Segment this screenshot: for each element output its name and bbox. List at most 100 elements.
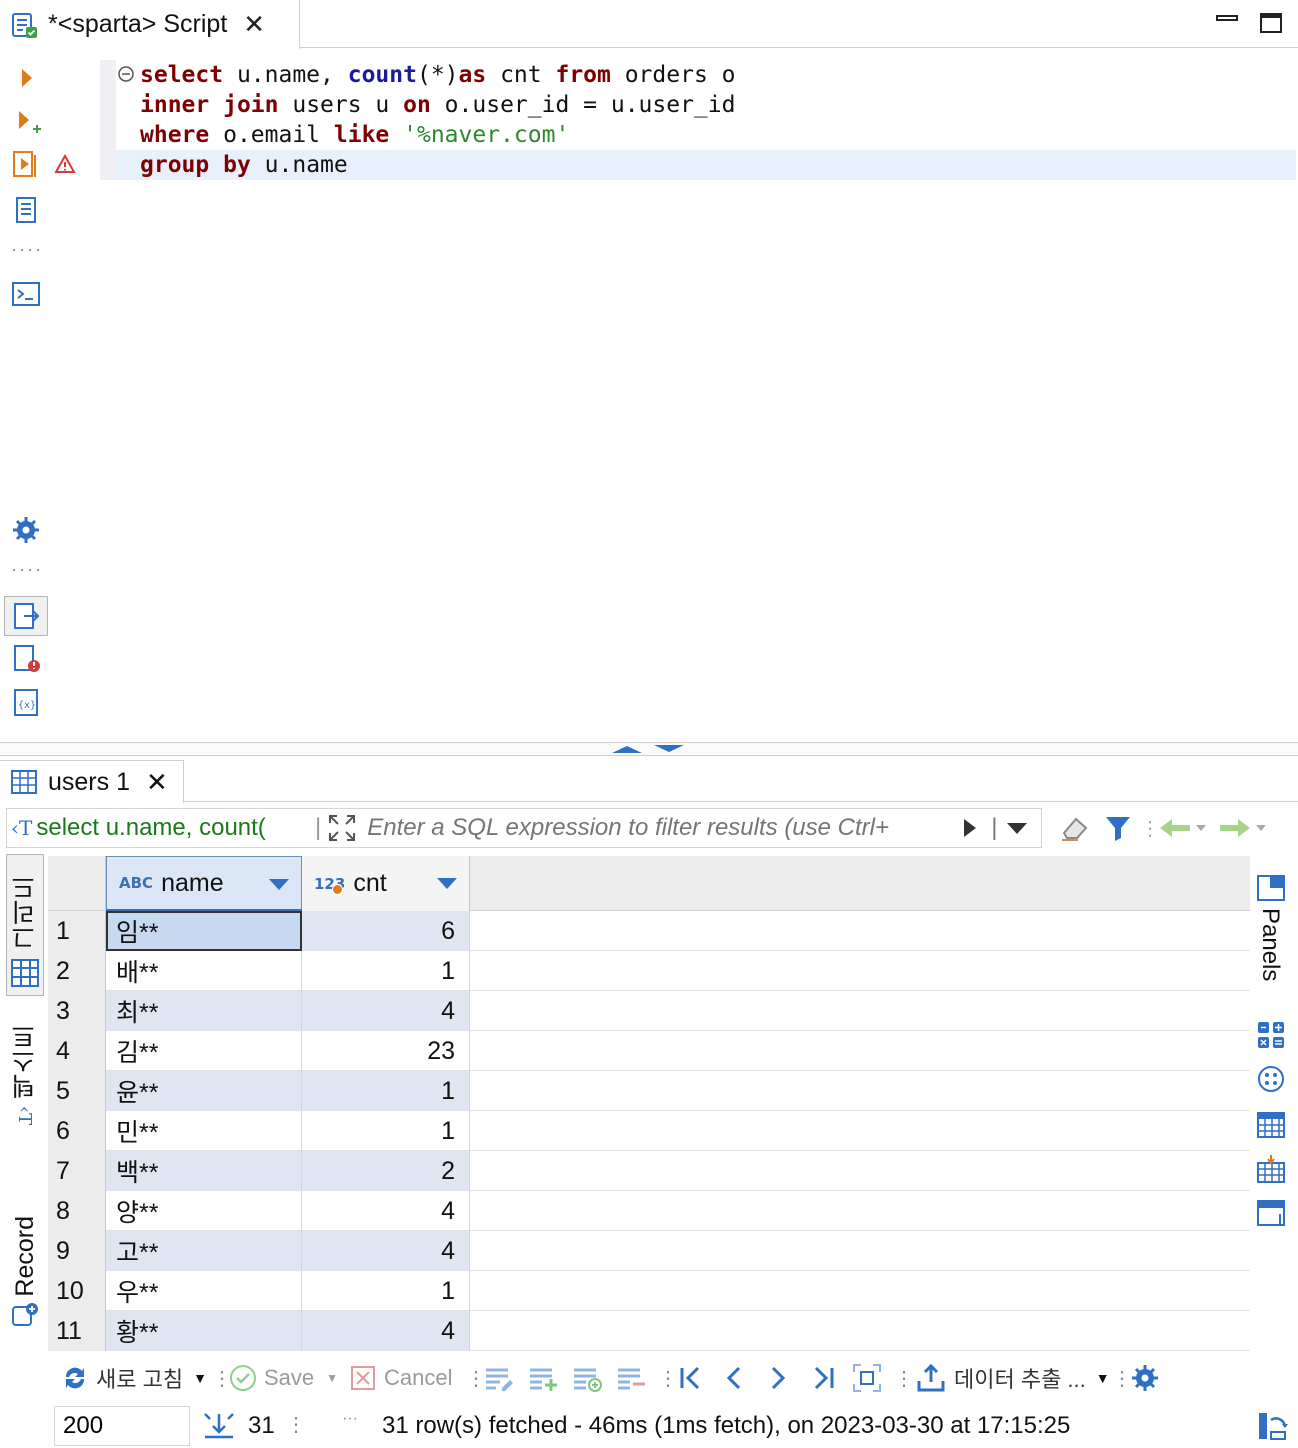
previous-page-icon[interactable] <box>724 1354 744 1402</box>
tab-record[interactable]: Record <box>6 1216 44 1338</box>
chevron-down-icon[interactable]: ▼ <box>193 1370 207 1386</box>
fold-collapse-icon[interactable] <box>117 65 135 83</box>
table-row[interactable]: 5 윤** 1 <box>48 1071 1250 1111</box>
terminal-icon[interactable] <box>10 278 42 310</box>
close-icon[interactable]: ✕ <box>146 767 168 798</box>
refresh-button[interactable]: 새로 고침 ▼ <box>60 1354 207 1402</box>
cell-name[interactable]: 양** <box>106 1191 302 1231</box>
execute-in-new-tab-icon[interactable] <box>10 106 42 138</box>
fetch-size-input[interactable] <box>54 1406 190 1446</box>
add-row-icon[interactable] <box>528 1354 560 1402</box>
chevron-down-icon[interactable]: ▼ <box>326 1371 338 1385</box>
export-data-button[interactable]: 데이터 추출 ... ▼ <box>916 1354 1110 1402</box>
sort-dropdown-icon[interactable] <box>437 878 457 889</box>
fetch-all-icon[interactable] <box>202 1410 236 1440</box>
column-header-cnt[interactable]: 123 cnt <box>302 856 470 911</box>
cell-cnt[interactable]: 1 <box>302 951 470 991</box>
query-text-label[interactable]: ‹T select u.name, count( <box>7 814 313 842</box>
panel-splitter[interactable] <box>0 742 1298 756</box>
cell-cnt[interactable]: 23 <box>302 1031 470 1071</box>
table-row[interactable]: 8 양** 4 <box>48 1191 1250 1231</box>
metadata-icon[interactable] <box>1256 1110 1288 1142</box>
panels-icon[interactable] <box>1256 872 1288 904</box>
cell-name[interactable]: 김** <box>106 1031 302 1071</box>
execute-statement-icon[interactable] <box>10 62 42 94</box>
cell-cnt[interactable]: 1 <box>302 1071 470 1111</box>
grouping-icon[interactable] <box>1256 1154 1288 1186</box>
output-panel-icon[interactable] <box>4 596 48 636</box>
filter-input[interactable] <box>367 811 958 845</box>
copy-row-icon[interactable] <box>572 1354 604 1402</box>
settings-gear-icon[interactable] <box>10 514 42 546</box>
table-row[interactable]: 2 배** 1 <box>48 951 1250 991</box>
cell-name[interactable]: 백** <box>106 1151 302 1191</box>
filter-history-dropdown-icon[interactable] <box>1005 821 1029 835</box>
maximize-editor-icon[interactable] <box>610 744 644 754</box>
minimize-icon[interactable] <box>1214 10 1240 36</box>
results-tab-title: users 1 <box>48 767 130 796</box>
cell-cnt[interactable]: 2 <box>302 1151 470 1191</box>
chevron-down-icon[interactable]: ▼ <box>1096 1370 1110 1386</box>
cell-name[interactable]: 고** <box>106 1231 302 1271</box>
execute-script-icon[interactable] <box>10 148 42 180</box>
toggle-layout-icon[interactable] <box>1256 1410 1288 1442</box>
variables-icon[interactable]: {x} <box>10 686 42 718</box>
log-error-icon[interactable] <box>10 642 42 674</box>
script-tab[interactable]: *<sparta> Script ✕ <box>0 0 300 49</box>
tab-grid[interactable]: 그리드 <box>6 854 44 996</box>
results-tab[interactable]: users 1 ✕ <box>0 760 184 803</box>
close-icon[interactable]: ✕ <box>243 9 265 40</box>
next-page-icon[interactable] <box>768 1354 788 1402</box>
settings-gear-icon[interactable] <box>1130 1354 1160 1402</box>
cancel-button[interactable]: Cancel <box>350 1354 452 1402</box>
cell-name[interactable]: 최** <box>106 991 302 1031</box>
tab-text[interactable]: 텍스트 ‹T <box>6 1024 44 1134</box>
save-button[interactable]: Save ▼ <box>228 1354 338 1402</box>
forward-arrow-icon[interactable] <box>1218 812 1268 844</box>
eraser-icon[interactable] <box>1058 812 1090 844</box>
cell-cnt[interactable]: 1 <box>302 1271 470 1311</box>
cell-cnt[interactable]: 4 <box>302 991 470 1031</box>
cell-cnt[interactable]: 1 <box>302 1111 470 1151</box>
cell-name[interactable]: 우** <box>106 1271 302 1311</box>
cell-name[interactable]: 임** <box>106 911 302 951</box>
sql-code[interactable]: select u.name, count(*)as cnt from order… <box>140 60 735 180</box>
editor-left-toolbar: ···· ···· {x} <box>0 48 76 742</box>
first-page-icon[interactable] <box>678 1354 704 1402</box>
code-line-3: where o.email like '%naver.com' <box>140 122 570 148</box>
fit-columns-icon[interactable] <box>852 1354 882 1402</box>
explain-plan-icon[interactable] <box>10 194 42 226</box>
calculator-icon[interactable] <box>1256 1020 1288 1052</box>
cell-name[interactable]: 황** <box>106 1311 302 1351</box>
cell-name[interactable]: 윤** <box>106 1071 302 1111</box>
cell-cnt[interactable]: 6 <box>302 911 470 951</box>
delete-row-icon[interactable] <box>616 1354 648 1402</box>
references-icon[interactable] <box>1256 1198 1288 1230</box>
cell-name[interactable]: 배** <box>106 951 302 991</box>
maximize-results-icon[interactable] <box>652 744 686 754</box>
filter-icon[interactable] <box>1104 812 1132 844</box>
table-row[interactable]: 9 고** 4 <box>48 1231 1250 1271</box>
last-page-icon[interactable] <box>810 1354 836 1402</box>
cell-cnt[interactable]: 4 <box>302 1191 470 1231</box>
value-viewer-icon[interactable] <box>1256 1064 1288 1096</box>
back-arrow-icon[interactable] <box>1158 812 1208 844</box>
expand-icon[interactable] <box>327 813 357 843</box>
sort-dropdown-icon[interactable] <box>269 879 289 890</box>
history-next-icon[interactable] <box>963 818 977 838</box>
table-row[interactable]: 10 우** 1 <box>48 1271 1250 1311</box>
cell-name[interactable]: 민** <box>106 1111 302 1151</box>
sql-editor-area: *<sparta> Script ✕ ···· ···· {x} select … <box>0 0 1298 742</box>
column-header-name[interactable]: ABC name <box>106 856 302 911</box>
table-row[interactable]: 3 최** 4 <box>48 991 1250 1031</box>
table-row[interactable]: 4 김** 23 <box>48 1031 1250 1071</box>
table-row[interactable]: 7 백** 2 <box>48 1151 1250 1191</box>
cell-cnt[interactable]: 4 <box>302 1231 470 1271</box>
table-row[interactable]: 11 황** 4 <box>48 1311 1250 1351</box>
table-row[interactable]: 6 민** 1 <box>48 1111 1250 1151</box>
panels-label[interactable]: Panels <box>1256 908 1284 981</box>
table-row[interactable]: 1 임** 6 <box>48 911 1250 951</box>
edit-row-icon[interactable] <box>484 1354 516 1402</box>
maximize-icon[interactable] <box>1258 10 1284 36</box>
cell-cnt[interactable]: 4 <box>302 1311 470 1351</box>
